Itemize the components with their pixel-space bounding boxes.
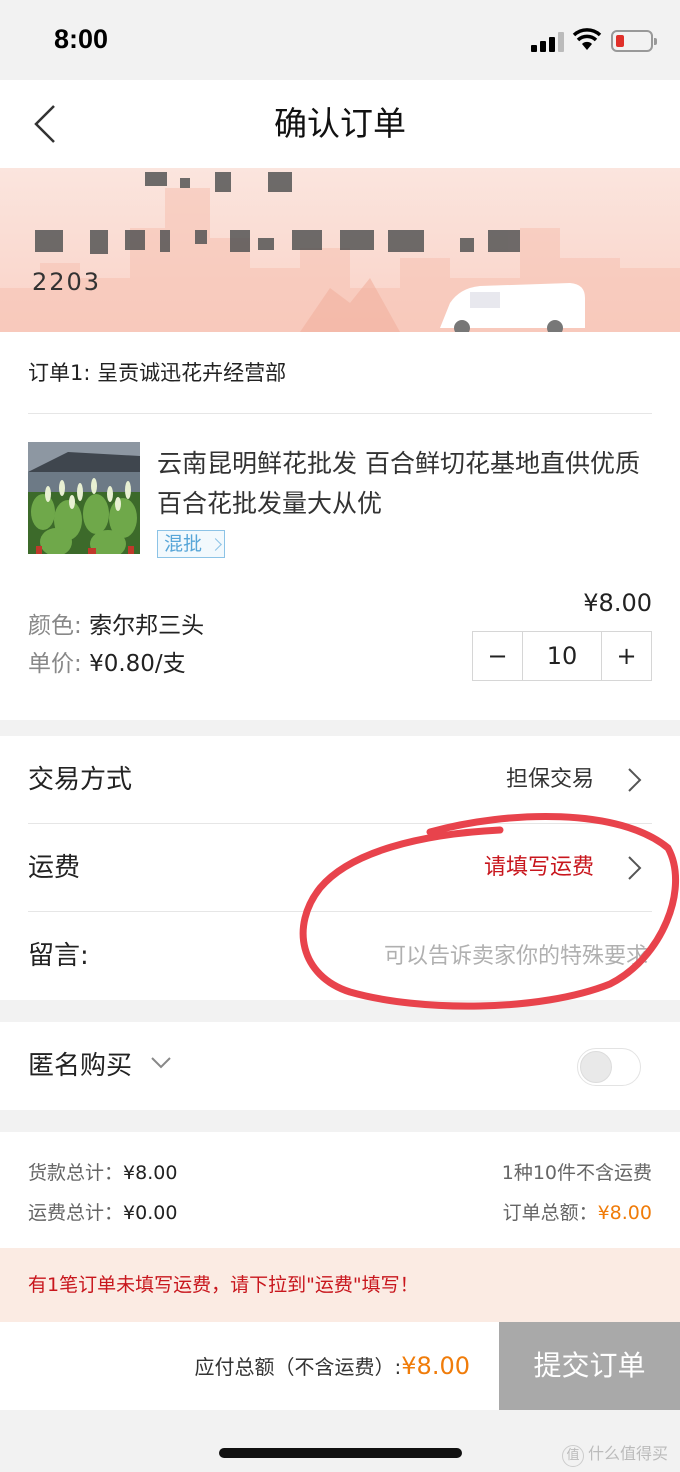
mixed-batch-tag: 混批 (157, 530, 226, 558)
anonymous-toggle[interactable] (577, 1048, 641, 1086)
order-card: 订单1: 呈贡诚迅花卉经营部 云南昆明鲜花批发 百合鲜切花基地直供优质百合花批发… (0, 332, 680, 720)
unit-price-key: 单价: (28, 651, 82, 677)
shipping-total-key: 运费总计： (28, 1202, 124, 1224)
color-key: 颜色: (28, 613, 82, 639)
chevron-down-icon[interactable] (150, 1056, 172, 1070)
home-indicator[interactable] (219, 1448, 462, 1458)
quantity-value[interactable]: 10 (522, 632, 602, 680)
chevron-right-icon (628, 856, 642, 880)
chevron-right-icon (628, 768, 642, 792)
goods-total-value: ¥8.00 (123, 1162, 178, 1184)
store-name[interactable]: 订单1: 呈贡诚迅花卉经营部 (28, 332, 652, 414)
product-unit-price: 单价: ¥0.80/支 (28, 644, 186, 678)
product-color: 颜色: 索尔邦三头 (28, 606, 204, 640)
unit-price-value: ¥0.80/支 (89, 651, 186, 677)
shipping-fee-row[interactable]: 运费 请填写运费 (28, 824, 652, 912)
order-total-key: 订单总额： (502, 1202, 598, 1224)
increase-quantity-button[interactable]: + (602, 632, 651, 680)
shipping-fee-prompt: 请填写运费 (483, 855, 594, 880)
page-title: 确认订单 (274, 104, 406, 143)
order-options: 交易方式 担保交易 运费 请填写运费 留言: (0, 736, 680, 1000)
status-time: 8:00 (54, 24, 109, 54)
status-bar: 8:00 (0, 0, 680, 80)
color-value: 索尔邦三头 (89, 613, 205, 639)
product-title[interactable]: 云南昆明鲜花批发 百合鲜切花基地直供优质百合花批发量大从优 (157, 444, 657, 524)
items-note: 1种10件不含运费 (501, 1162, 652, 1184)
home-area: 值什么值得买 (0, 1410, 680, 1472)
shipping-total-value: ¥0.00 (123, 1202, 178, 1224)
order-total: 订单总额：¥8.00 (503, 1198, 652, 1225)
back-arrow-icon[interactable] (28, 102, 68, 146)
battery-icon (611, 30, 657, 52)
message-label: 留言: (28, 941, 89, 971)
wifi-icon (572, 28, 602, 50)
trade-method-value: 担保交易 (505, 767, 594, 792)
payable-total: 应付总额（不含运费）:¥8.00 (195, 1322, 470, 1411)
goods-total: 货款总计：¥8.00 (28, 1158, 177, 1185)
goods-total-key: 货款总计： (28, 1162, 124, 1184)
watermark: 值什么值得买 (561, 1440, 668, 1467)
watermark-text: 什么值得买 (587, 1444, 668, 1463)
payable-total-value: ¥8.00 (401, 1352, 470, 1380)
item-price: ¥8.00 (583, 589, 652, 617)
address-text: 2203 (32, 268, 102, 296)
order-summary: 货款总计：¥8.00 运费总计：¥0.00 1种10件不含运费 订单总额：¥8.… (0, 1132, 680, 1248)
quantity-stepper: − 10 + (472, 631, 652, 681)
nav-bar: 确认订单 (0, 80, 680, 168)
anonymous-purchase-label: 匿名购买 (28, 1051, 133, 1081)
shipping-address-banner[interactable]: 2203 (0, 168, 680, 332)
trade-method-label: 交易方式 (28, 765, 133, 795)
submit-order-button[interactable]: 提交订单 (499, 1322, 680, 1410)
decrease-quantity-button[interactable]: − (473, 632, 522, 680)
product-image[interactable] (28, 442, 140, 554)
city-skyline-illustration (0, 172, 680, 332)
order-total-value: ¥8.00 (597, 1202, 652, 1224)
message-row: 留言: (28, 912, 652, 1000)
payable-total-key: 应付总额（不含运费）: (194, 1355, 402, 1379)
shipping-fee-label: 运费 (28, 853, 81, 883)
shipping-total: 运费总计：¥0.00 (28, 1198, 177, 1225)
trade-method-row[interactable]: 交易方式 担保交易 (28, 736, 652, 824)
anonymous-purchase-row: 匿名购买 (0, 1022, 680, 1110)
order-confirm-page: 8:00 确认订单 2203 订单1: 呈贡诚迅花卉经营部 云南昆明鲜花批发 百… (0, 0, 680, 1472)
cellular-signal-icon (531, 32, 564, 52)
watermark-badge: 值 (561, 1445, 584, 1467)
checkout-bar: 应付总额（不含运费）:¥8.00 提交订单 (0, 1322, 680, 1410)
shipping-warning: 有1笔订单未填写运费，请下拉到"运费"填写！ (0, 1248, 680, 1322)
message-input[interactable] (148, 934, 648, 978)
